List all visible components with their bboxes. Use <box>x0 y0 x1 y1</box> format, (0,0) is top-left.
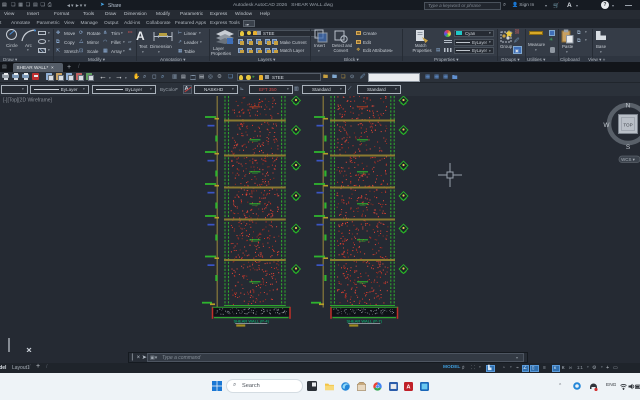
svg-text:A: A <box>406 384 410 390</box>
svg-text:N: N <box>626 103 631 110</box>
svg-text:SHEAR WALL (P-4): SHEAR WALL (P-4) <box>234 319 270 324</box>
svg-text:TOP: TOP <box>623 123 632 128</box>
svg-text:SHEAR WALL (P-7): SHEAR WALL (P-7) <box>347 319 383 324</box>
svg-text:S: S <box>626 144 631 151</box>
svg-text:[-][Top][2D Wireframe]: [-][Top][2D Wireframe] <box>3 98 53 104</box>
svg-text:WCS ▾: WCS ▾ <box>621 157 635 162</box>
svg-text:W: W <box>603 122 610 129</box>
